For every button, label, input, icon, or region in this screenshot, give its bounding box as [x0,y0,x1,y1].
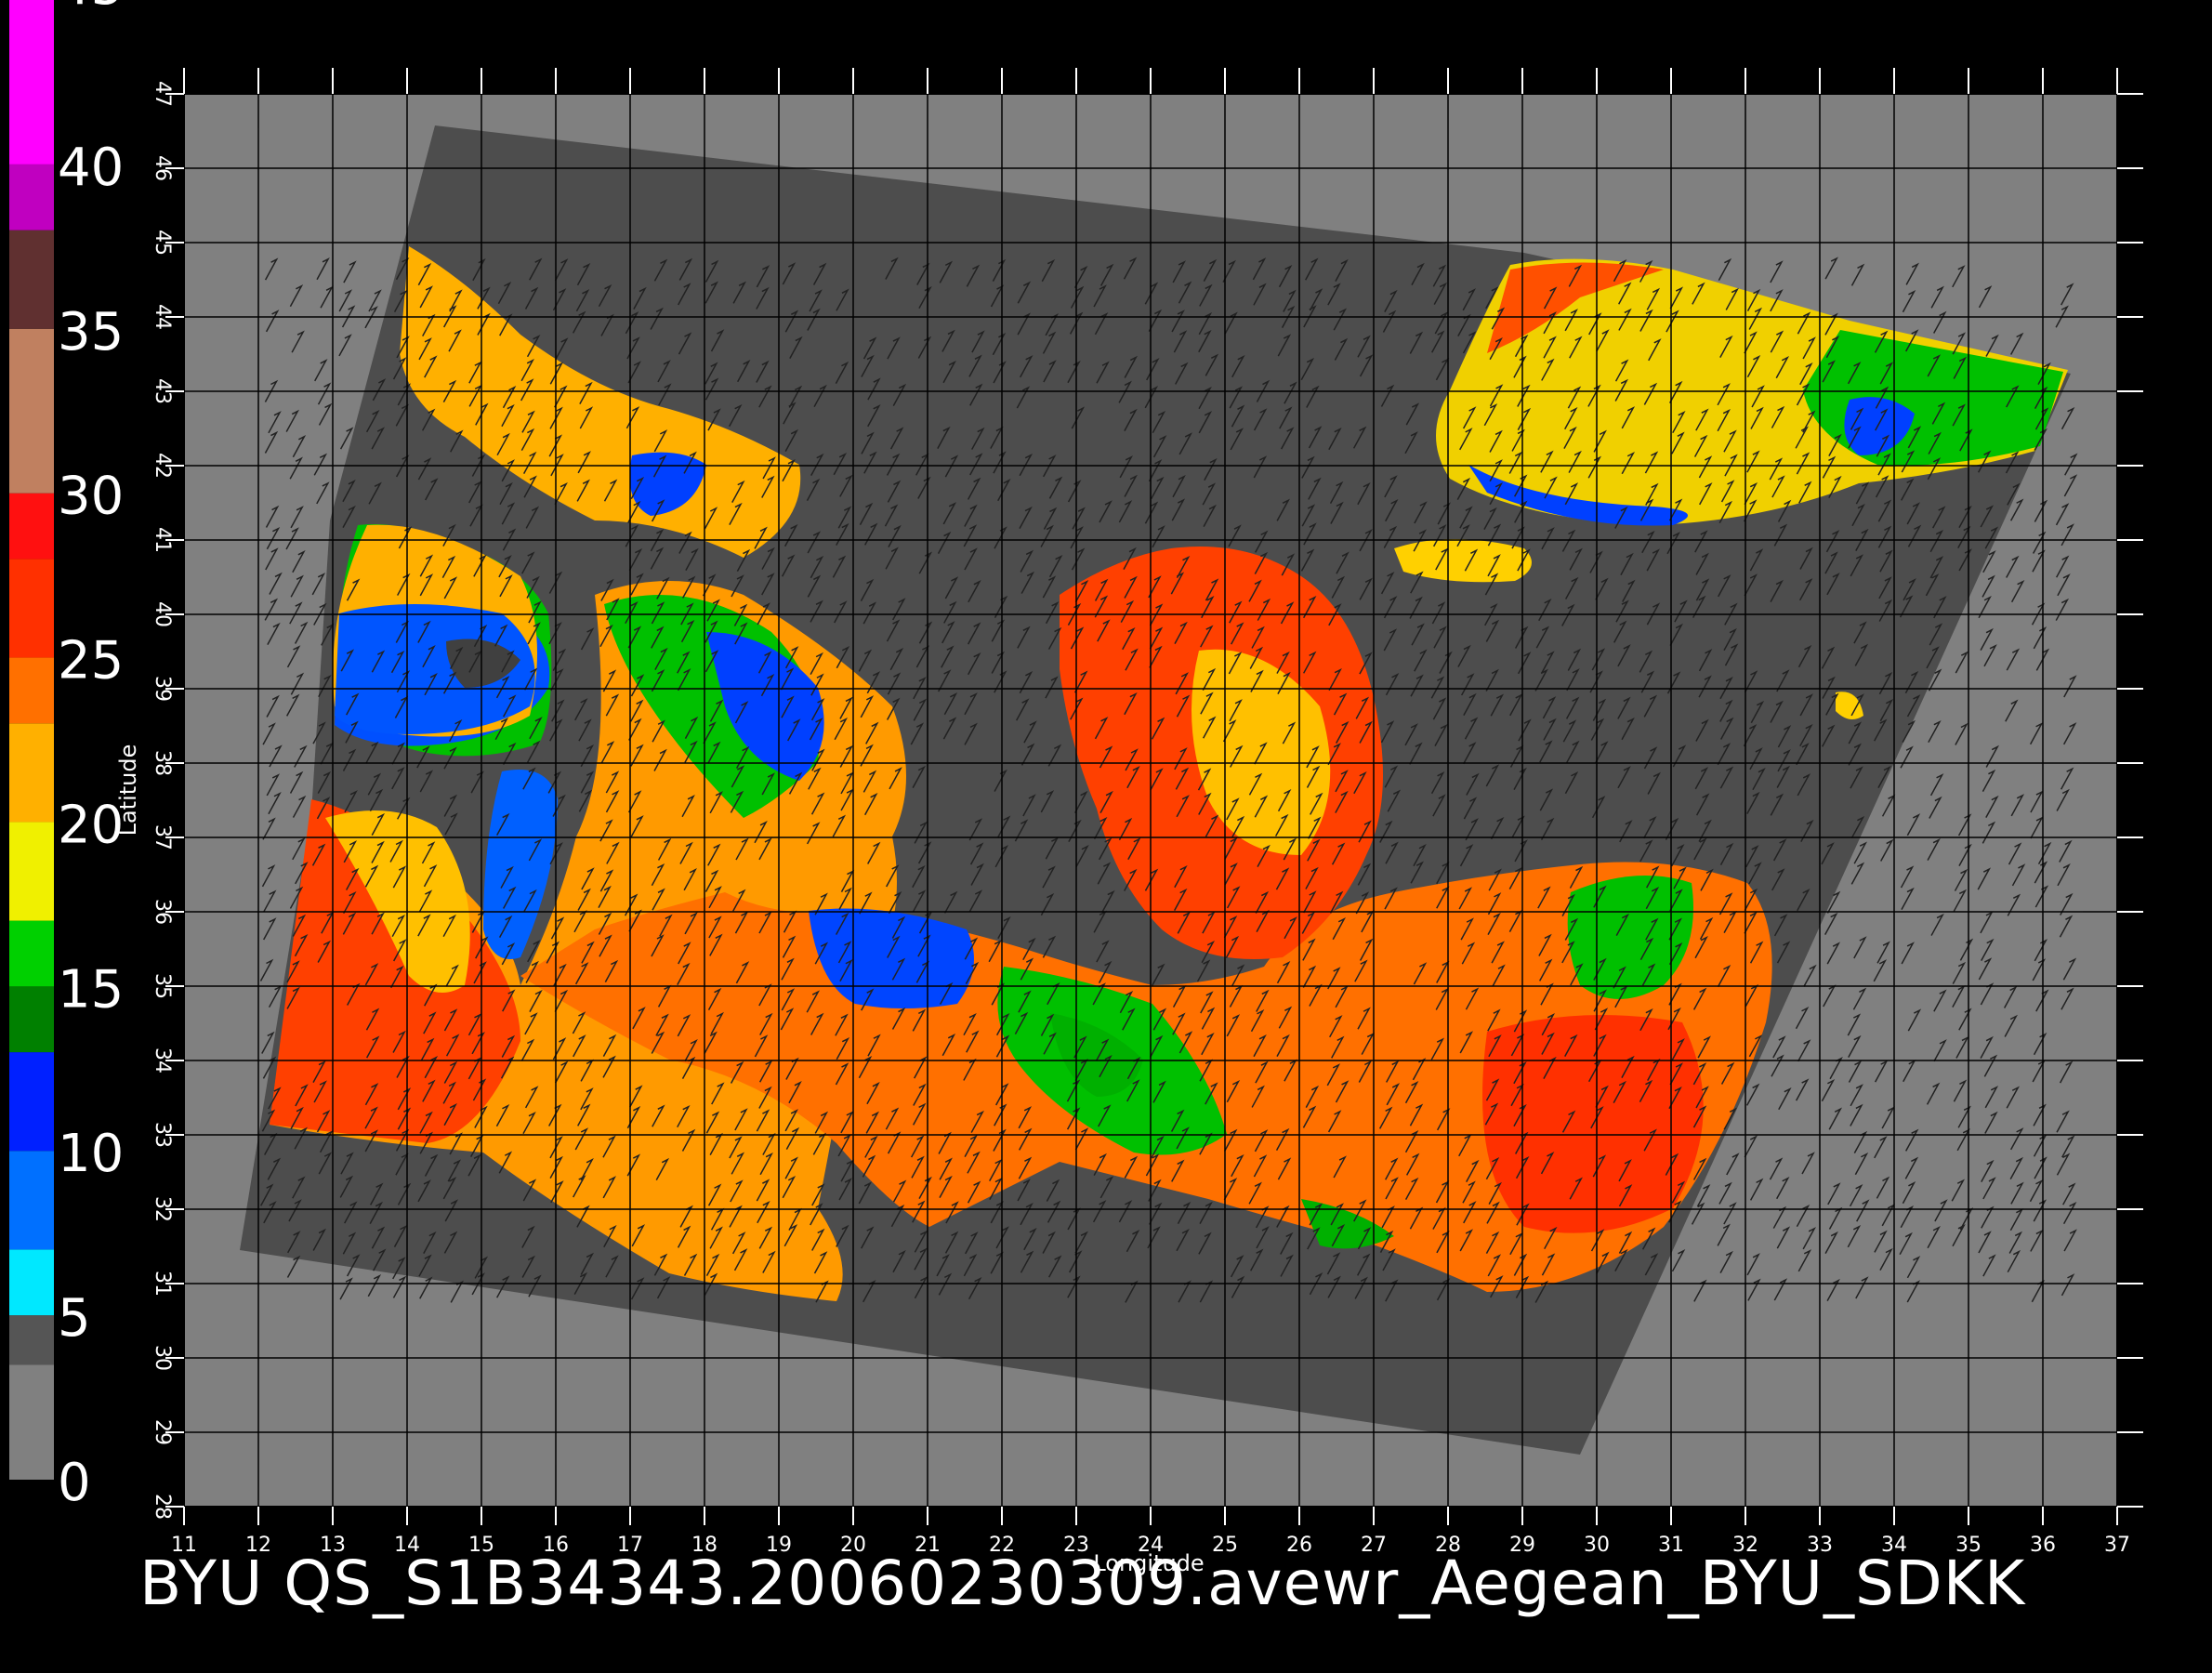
y-tick-label: 41 [151,527,174,553]
y-tick-label: 32 [151,1196,174,1222]
colorbar: 0 5 10 15 20 25 30 35 40 45 [9,0,124,1513]
y-tick-label: 45 [151,230,174,256]
colorbar-segment [9,230,54,329]
wind-speed-map: 0 5 10 15 20 25 30 35 40 45 [9,0,2143,1576]
colorbar-segment [9,1364,54,1480]
y-tick-label: 34 [151,1047,174,1074]
y-tick-label: 46 [151,155,174,181]
colorbar-label: 15 [58,959,124,1020]
colorbar-segment [9,493,54,560]
colorbar-label: 10 [58,1124,124,1184]
y-tick-label: 37 [151,824,174,850]
colorbar-segment [9,0,54,165]
colorbar-segment [9,328,54,494]
y-tick-label: 30 [151,1345,174,1371]
y-tick-label: 29 [151,1419,174,1445]
colorbar-label: 5 [58,1288,91,1349]
y-tick-label: 44 [151,304,174,330]
colorbar-label: 20 [58,795,124,855]
colorbar-label: 30 [58,467,124,527]
colorbar-segment [9,164,54,231]
y-tick-label: 43 [151,378,174,404]
colorbar-segment [9,723,54,823]
colorbar-label: 0 [58,1453,91,1513]
colorbar-segment [9,822,54,921]
colorbar-segment [9,657,54,724]
y-tick-label: 42 [151,453,174,479]
colorbar-label: 40 [58,138,124,198]
y-tick-label: 28 [151,1494,174,1520]
y-tick-label: 36 [151,899,174,925]
colorbar-label: 35 [58,302,124,362]
colorbar-segment [9,920,54,987]
file-caption: BYU QS_S1B34343.20060230309.avewr_Aegean… [139,1548,2026,1619]
y-tick-label: 35 [151,973,174,999]
colorbar-segment [9,1315,54,1365]
x-tick-label: 37 [2104,1534,2130,1557]
y-tick-label: 40 [151,601,174,627]
y-tick-label: 47 [151,81,174,107]
colorbar-label-top: 45 [58,0,124,17]
y-tick-label: 38 [151,750,174,776]
colorbar-segment [9,1052,54,1152]
colorbar-segment [9,1151,54,1250]
colorbar-segment [9,986,54,1053]
colorbar-segment [9,559,54,658]
colorbar-segment [9,1249,54,1316]
y-tick-label: 33 [151,1122,174,1148]
y-tick-label: 39 [151,676,174,702]
y-axis-label: Latitude [115,744,141,836]
y-tick-label: 31 [151,1271,174,1297]
x-tick-label: 36 [2030,1534,2056,1557]
colorbar-label: 25 [58,631,124,692]
